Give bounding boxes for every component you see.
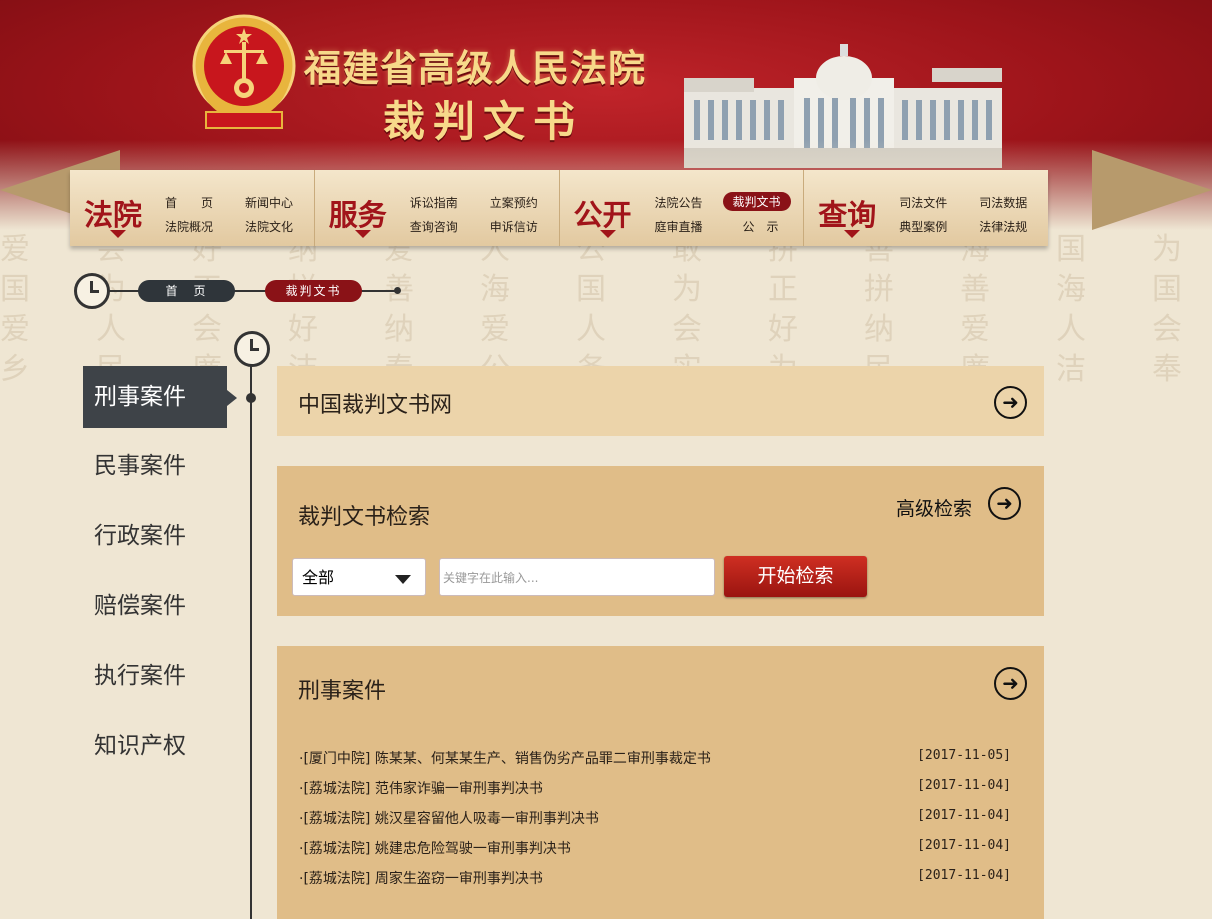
nav-link-laws[interactable]: 法律法规 xyxy=(979,218,1027,235)
keyword-input[interactable]: 关键字在此输入... xyxy=(439,558,715,596)
site-title: 福建省高级人民法院 xyxy=(304,46,646,90)
case-date: [2017-11-04] xyxy=(917,808,1011,823)
chevron-down-icon xyxy=(354,230,371,238)
sidebar-item-criminal[interactable]: 刑事案件 xyxy=(83,366,227,428)
panel-title: 中国裁判文书网 xyxy=(298,393,453,418)
sidebar-item-administrative[interactable]: 行政案件 xyxy=(83,505,227,567)
advanced-search-link[interactable]: 高级检索 xyxy=(896,494,972,521)
nav-head-court[interactable]: 法院 xyxy=(84,192,142,234)
chevron-down-icon xyxy=(844,230,861,238)
chevron-down-icon xyxy=(599,230,616,238)
arrow-right-circle-icon[interactable]: ➜ xyxy=(994,386,1027,419)
nav-link-home[interactable]: 首 页 xyxy=(165,194,213,211)
criminal-cases-panel: 刑事案件 ➜ ·[厦门中院] 陈某某、何某某生产、销售伪劣产品罪二审刑事裁定书 … xyxy=(277,646,1044,919)
list-item[interactable]: ·[荔城法院] 范伟家诈骗一审刑事判决书 [2017-11-04] xyxy=(299,772,1011,802)
list-item[interactable]: ·[厦门中院] 陈某某、何某某生产、销售伪劣产品罪二审刑事裁定书 [2017-1… xyxy=(299,742,1011,772)
arrow-right-circle-icon[interactable]: ➜ xyxy=(988,487,1021,520)
case-title: ·[荔城法院] 姚汉星容留他人吸毒一审刑事判决书 xyxy=(299,811,599,827)
chevron-down-icon xyxy=(110,230,126,238)
sidebar-item-compensation[interactable]: 赔偿案件 xyxy=(83,575,227,637)
sidebar-item-enforcement[interactable]: 执行案件 xyxy=(83,645,227,707)
breadcrumb-end-dot xyxy=(394,287,401,294)
nav-group-court: 法院 首 页 新闻中心 法院概况 法院文化 xyxy=(70,170,315,246)
nav-link-typical-cases[interactable]: 典型案例 xyxy=(899,218,947,235)
nav-link-news[interactable]: 新闻中心 xyxy=(245,194,293,211)
nav-link-culture[interactable]: 法院文化 xyxy=(245,218,293,235)
clock-icon xyxy=(234,331,270,367)
breadcrumb-current[interactable]: 裁判文书 xyxy=(265,280,362,302)
case-date: [2017-11-05] xyxy=(917,748,1011,763)
timeline-dot xyxy=(246,393,256,403)
case-title: ·[荔城法院] 姚建忠危险驾驶一审刑事判决书 xyxy=(299,841,571,857)
nav-link-guide[interactable]: 诉讼指南 xyxy=(410,194,458,211)
breadcrumb-home[interactable]: 首 页 xyxy=(138,280,235,302)
timeline-line xyxy=(250,364,252,919)
case-date: [2017-11-04] xyxy=(917,868,1011,883)
nav-head-query[interactable]: 查询 xyxy=(818,192,876,234)
nav-link-overview[interactable]: 法院概况 xyxy=(165,218,213,235)
list-item[interactable]: ·[荔城法院] 姚汉星容留他人吸毒一审刑事判决书 [2017-11-04] xyxy=(299,802,1011,832)
nav-ribbon-right xyxy=(1092,150,1212,230)
bg-text-line: 爱 人 会 好 纳 爱 人 会 好 纳 爱 人 会 好 纳 爱 人 会 好 纳 … xyxy=(0,312,1212,347)
start-search-button[interactable]: 开始检索 xyxy=(724,556,867,597)
judgment-network-panel[interactable]: 中国裁判文书网 ➜ xyxy=(277,366,1044,436)
nav-link-notice[interactable]: 公 示 xyxy=(743,218,779,235)
list-item[interactable]: ·[荔城法院] 周家生盗窃一审刑事判决书 [2017-11-04] xyxy=(299,862,1011,892)
case-title: ·[荔城法院] 周家生盗窃一审刑事判决书 xyxy=(299,871,543,887)
case-date: [2017-11-04] xyxy=(917,838,1011,853)
panel-title: 刑事案件 xyxy=(298,679,387,704)
court-building-image xyxy=(684,44,1002,168)
clock-icon xyxy=(74,273,110,309)
panel-title: 裁判文书检索 xyxy=(298,505,431,530)
court-emblem-icon xyxy=(192,14,296,129)
chevron-down-icon xyxy=(395,575,411,584)
nav-head-service[interactable]: 服务 xyxy=(329,192,387,234)
nav-group-public: 公开 法院公告 裁判文书 庭审直播 公 示 xyxy=(560,170,805,246)
nav-group-query: 查询 司法文件 司法数据 典型案例 法律法规 xyxy=(804,170,1048,246)
case-title: ·[荔城法院] 范伟家诈骗一审刑事判决书 xyxy=(299,781,543,797)
nav-head-public[interactable]: 公开 xyxy=(574,192,632,234)
nav-link-judicial-data[interactable]: 司法数据 xyxy=(979,194,1027,211)
search-panel: 裁判文书检索 高级检索 ➜ 全部 关键字在此输入... 开始检索 xyxy=(277,466,1044,616)
case-date: [2017-11-04] xyxy=(917,778,1011,793)
nav-link-filing[interactable]: 立案预约 xyxy=(490,194,538,211)
nav-link-petition[interactable]: 申诉信访 xyxy=(490,218,538,235)
sidebar-active-arrow xyxy=(227,390,237,406)
nav-group-service: 服务 诉讼指南 立案预约 查询咨询 申诉信访 xyxy=(315,170,560,246)
nav-link-live-trial[interactable]: 庭审直播 xyxy=(655,218,703,235)
site-subtitle: 裁判文书 xyxy=(383,97,584,146)
case-title: ·[厦门中院] 陈某某、何某某生产、销售伪劣产品罪二审刑事裁定书 xyxy=(299,751,711,767)
main-nav: 法院 首 页 新闻中心 法院概况 法院文化 服务 诉讼指南 立案预约 查询咨询 … xyxy=(70,170,1048,246)
category-select-value: 全部 xyxy=(302,568,335,587)
nav-link-judgments[interactable]: 裁判文书 xyxy=(722,192,791,211)
sidebar-item-civil[interactable]: 民事案件 xyxy=(83,435,227,497)
arrow-right-circle-icon[interactable]: ➜ xyxy=(994,667,1027,700)
sidebar-item-ip[interactable]: 知识产权 xyxy=(83,715,227,777)
category-select[interactable]: 全部 xyxy=(292,558,426,596)
nav-link-inquiry[interactable]: 查询咨询 xyxy=(410,218,458,235)
nav-link-announcements[interactable]: 法院公告 xyxy=(655,194,703,211)
list-item[interactable]: ·[荔城法院] 姚建忠危险驾驶一审刑事判决书 [2017-11-04] xyxy=(299,832,1011,862)
nav-link-judicial-docs[interactable]: 司法文件 xyxy=(899,194,947,211)
